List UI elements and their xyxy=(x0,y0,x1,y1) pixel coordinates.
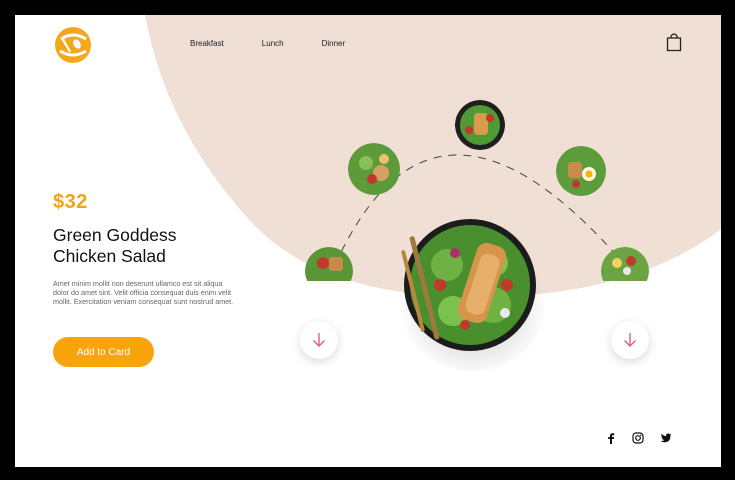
instagram-icon[interactable] xyxy=(632,432,644,444)
next-item-button[interactable] xyxy=(611,321,649,359)
main-nav: Breakfast Lunch Dinner xyxy=(190,39,345,48)
nav-dinner[interactable]: Dinner xyxy=(322,39,346,48)
facebook-icon[interactable] xyxy=(605,432,617,444)
arrow-down-icon xyxy=(313,333,325,347)
landing-page: Breakfast Lunch Dinner $32 Green Goddess… xyxy=(15,15,721,467)
twitter-icon[interactable] xyxy=(660,432,672,444)
salad-thumbnail-right[interactable] xyxy=(556,146,606,196)
main-salad-plate xyxy=(395,213,547,371)
prev-item-button[interactable] xyxy=(300,321,338,359)
product-title-line1: Green Goddess xyxy=(53,225,177,245)
fork-spoon-logo[interactable] xyxy=(53,25,93,65)
salad-thumbnail-left[interactable] xyxy=(348,143,400,195)
product-title-line2: Chicken Salad xyxy=(53,246,166,266)
product-price: $32 xyxy=(53,191,88,213)
nav-breakfast[interactable]: Breakfast xyxy=(190,39,224,48)
nav-lunch[interactable]: Lunch xyxy=(262,39,284,48)
add-to-cart-button[interactable]: Add to Card xyxy=(53,337,154,367)
product-title: Green Goddess Chicken Salad xyxy=(53,225,253,267)
salad-thumbnail-top[interactable] xyxy=(455,100,505,150)
shopping-bag-icon[interactable] xyxy=(665,32,683,52)
arrow-down-icon xyxy=(624,333,636,347)
product-description: Amet minim mollit non deserunt ullamco e… xyxy=(53,279,234,306)
